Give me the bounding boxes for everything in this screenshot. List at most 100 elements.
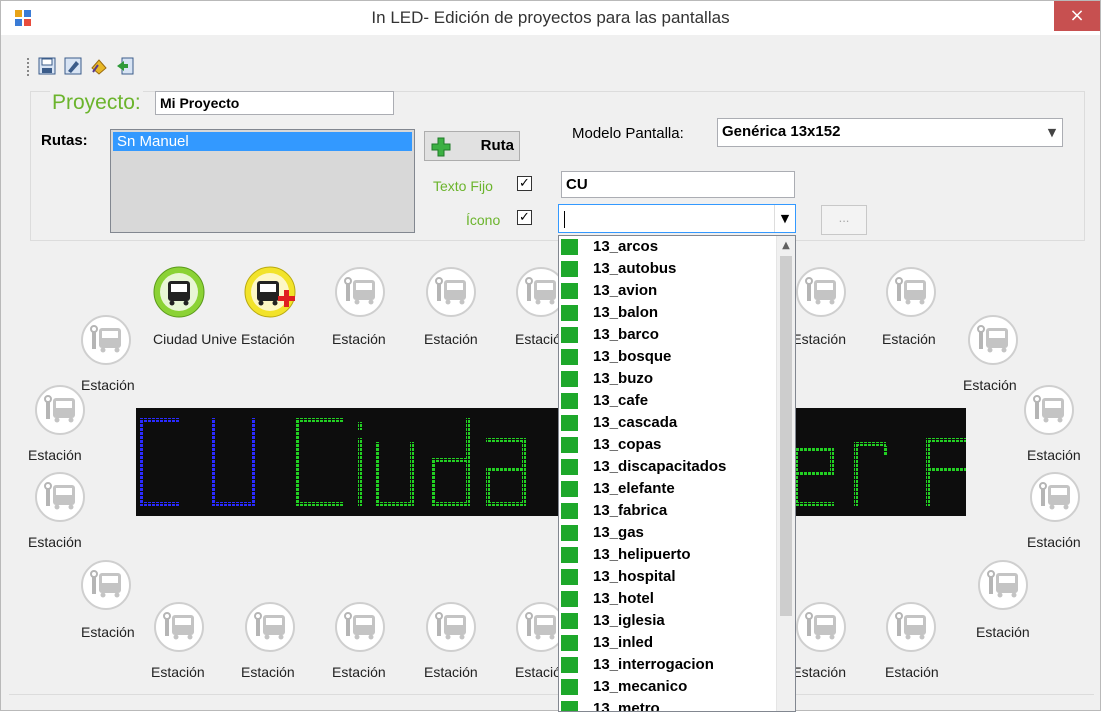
led-matrix xyxy=(140,418,966,506)
station-icon[interactable] xyxy=(34,384,86,436)
station-icon[interactable] xyxy=(80,559,132,611)
list-item[interactable]: 13_elefante xyxy=(559,478,777,500)
chevron-down-icon[interactable]: ▼ xyxy=(774,205,795,232)
project-name-input[interactable]: Mi Proyecto xyxy=(155,91,394,115)
station-icon[interactable] xyxy=(244,601,296,653)
station-label: Estación xyxy=(28,447,82,463)
icono-select[interactable]: ▼ xyxy=(558,204,796,233)
scroll-up-icon[interactable]: ▲ xyxy=(777,240,795,251)
station-label: Ciudad Unive xyxy=(153,331,238,347)
list-item[interactable]: 13_hospital xyxy=(559,566,777,588)
title-bar: In LED- Edición de proyectos para las pa… xyxy=(1,1,1100,35)
add-ruta-button[interactable]: Ruta xyxy=(424,131,520,161)
close-button[interactable]: × xyxy=(1054,1,1100,31)
station-icon[interactable] xyxy=(1023,384,1075,436)
list-item[interactable]: 13_avion xyxy=(559,280,777,302)
list-item[interactable]: Sn Manuel xyxy=(113,132,412,151)
list-item[interactable]: 13_barco xyxy=(559,324,777,346)
station-label: Estación xyxy=(332,331,386,347)
list-item[interactable]: 13_gas xyxy=(559,522,777,544)
station-active-icon[interactable] xyxy=(153,266,205,318)
list-item-label: 13_inled xyxy=(593,634,654,651)
list-item[interactable]: 13_bosque xyxy=(559,346,777,368)
list-item-label: 13_copas xyxy=(593,436,662,453)
station-icon[interactable] xyxy=(885,266,937,318)
list-item[interactable]: 13_cascada xyxy=(559,412,777,434)
texto-fijo-checkbox[interactable]: ✓ xyxy=(517,176,532,191)
list-item[interactable]: 13_inled xyxy=(559,632,777,654)
station-label: Estación xyxy=(515,331,558,347)
list-item-label: 13_cascada xyxy=(593,414,678,431)
station-icon[interactable] xyxy=(795,601,847,653)
bottom-divider xyxy=(9,694,1094,695)
station-label: Estación xyxy=(332,664,386,680)
station-icon[interactable] xyxy=(977,559,1029,611)
gas-icon xyxy=(561,525,578,541)
station-label: Estación xyxy=(424,331,478,347)
toolbar-grip[interactable] xyxy=(27,58,32,76)
scroll-thumb[interactable] xyxy=(780,256,792,616)
station-icon[interactable] xyxy=(80,314,132,366)
inled-icon xyxy=(561,635,578,651)
list-item[interactable]: 13_mecanico xyxy=(559,676,777,698)
helicopter-icon xyxy=(561,547,578,563)
rutas-listbox[interactable]: Sn Manuel xyxy=(110,129,415,233)
station-selected-icon[interactable] xyxy=(244,266,296,318)
icono-checkbox[interactable]: ✓ xyxy=(517,210,532,225)
icon-browse-button[interactable]: ... xyxy=(821,205,867,235)
list-item-label: 13_arcos xyxy=(593,238,659,255)
station-label: Estación xyxy=(81,624,135,640)
list-item[interactable]: 13_iglesia xyxy=(559,610,777,632)
chevron-down-icon[interactable]: ▼ xyxy=(1042,119,1062,146)
list-item-label: 13_interrogacion xyxy=(593,656,714,673)
list-item[interactable]: 13_buzo xyxy=(559,368,777,390)
station-icon[interactable] xyxy=(425,601,477,653)
station-icon[interactable] xyxy=(967,314,1019,366)
list-item[interactable]: 13_balon xyxy=(559,302,777,324)
list-item-label: 13_autobus xyxy=(593,260,677,277)
station-icon[interactable] xyxy=(425,266,477,318)
station-label: Estación xyxy=(151,664,205,680)
list-item[interactable]: 13_fabrica xyxy=(559,500,777,522)
add-ruta-label: Ruta xyxy=(480,137,514,154)
list-item-label: 13_elefante xyxy=(593,480,675,497)
list-item[interactable]: 13_interrogacion xyxy=(559,654,777,676)
icon-dropdown-list[interactable]: 13_arcos 13_autobus 13_avion 13_balon 13… xyxy=(558,235,796,712)
station-icon[interactable] xyxy=(795,266,847,318)
list-item[interactable]: 13_hotel xyxy=(559,588,777,610)
icono-label: Ícono xyxy=(466,212,501,228)
list-item-label: 13_mecanico xyxy=(593,678,688,695)
station-icon[interactable] xyxy=(153,601,205,653)
texto-fijo-input[interactable]: CU xyxy=(561,171,795,198)
station-label: Estación xyxy=(28,534,82,550)
station-icon[interactable] xyxy=(885,601,937,653)
list-item-label: 13_hotel xyxy=(593,590,654,607)
list-item[interactable]: 13_autobus xyxy=(559,258,777,280)
modelo-select[interactable]: Genérica 13x152 ▼ xyxy=(717,118,1063,147)
boat-icon xyxy=(561,327,578,343)
list-item[interactable]: 13_helipuerto xyxy=(559,544,777,566)
station-label: Estación xyxy=(81,377,135,393)
plus-icon xyxy=(431,137,451,157)
save-icon[interactable] xyxy=(37,56,57,76)
list-item[interactable]: 13_arcos xyxy=(559,236,777,258)
station-label: Estación xyxy=(976,624,1030,640)
station-icon[interactable] xyxy=(34,471,86,523)
station-icon[interactable] xyxy=(334,266,386,318)
list-item[interactable]: 13_copas xyxy=(559,434,777,456)
list-item-label: 13_hospital xyxy=(593,568,676,585)
station-icon[interactable] xyxy=(334,601,386,653)
list-item[interactable]: 13_metro xyxy=(559,698,777,711)
edit-icon[interactable] xyxy=(63,56,83,76)
list-item[interactable]: 13_cafe xyxy=(559,390,777,412)
dropdown-scrollbar[interactable]: ▲ xyxy=(776,236,795,711)
station-label: Estación xyxy=(1027,447,1081,463)
station-icon[interactable] xyxy=(1029,471,1081,523)
list-item[interactable]: 13_discapacitados xyxy=(559,456,777,478)
list-item-label: 13_barco xyxy=(593,326,659,343)
main-window: In LED- Edición de proyectos para las pa… xyxy=(0,0,1101,712)
wizard-icon[interactable] xyxy=(89,56,109,76)
exit-icon[interactable] xyxy=(115,56,135,76)
factory-icon xyxy=(561,503,578,519)
station-label: Estación xyxy=(1027,534,1081,550)
